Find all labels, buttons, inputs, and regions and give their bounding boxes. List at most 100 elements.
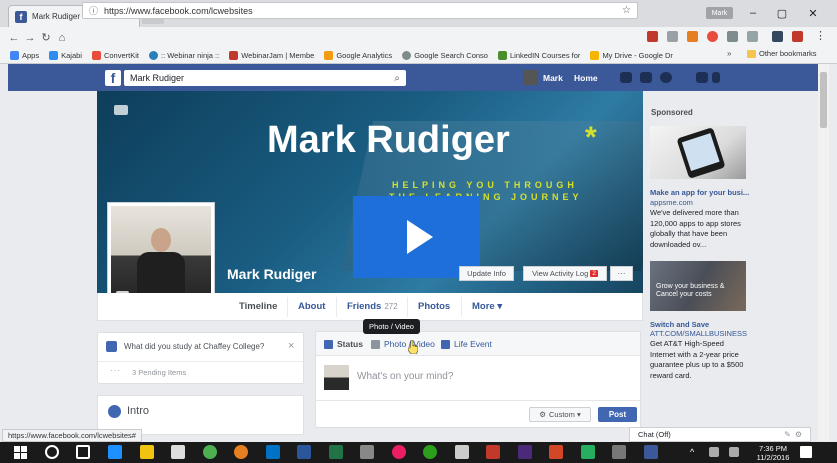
messages-icon[interactable] <box>640 72 652 83</box>
home-icon[interactable]: ⌂ <box>54 32 70 44</box>
forward-icon[interactable]: → <box>22 32 38 44</box>
bookmark-webinarjam[interactable]: WebinarJam | Membe <box>229 51 314 60</box>
extension-icon[interactable] <box>647 31 658 42</box>
maximize-icon[interactable]: ▢ <box>775 7 789 20</box>
windows-start-icon[interactable] <box>14 446 27 459</box>
extension-icon[interactable] <box>687 31 698 42</box>
ad-image-att[interactable]: Grow your business & Cancel your costs <box>650 261 746 311</box>
extension-icon[interactable] <box>747 31 758 42</box>
search-icon[interactable] <box>45 445 59 459</box>
gear-icon[interactable]: ⚙ <box>795 430 802 439</box>
tab-more[interactable]: More ▾ <box>472 301 502 312</box>
chrome-icon[interactable] <box>203 445 217 459</box>
task-view-icon[interactable] <box>76 445 90 459</box>
privacy-selector[interactable]: ⚙ Custom ▾ <box>529 407 591 422</box>
outlook-icon[interactable] <box>266 445 280 459</box>
divider <box>98 361 303 362</box>
premiere-icon[interactable] <box>518 445 532 459</box>
store-icon[interactable] <box>171 445 185 459</box>
close-icon[interactable]: × <box>288 340 294 352</box>
info-icon[interactable]: ⓘ <box>89 4 98 17</box>
word-icon[interactable] <box>297 445 311 459</box>
tab-friends[interactable]: Friends 272 <box>347 301 398 312</box>
chrome-user-badge[interactable]: Mark <box>706 7 733 19</box>
ad-title-app[interactable]: Make an app for your busi... <box>650 188 749 197</box>
facebook-logo-icon[interactable]: f <box>105 70 121 86</box>
extension-icon[interactable] <box>707 31 718 42</box>
home-link[interactable]: Home <box>574 73 598 83</box>
extension-icon[interactable] <box>667 31 678 42</box>
file-explorer-icon[interactable] <box>140 445 154 459</box>
search-icon[interactable]: ⌕ <box>394 73 400 84</box>
pending-items-link[interactable]: 3 Pending Items <box>132 368 186 377</box>
window-close-icon[interactable]: ✕ <box>806 7 820 20</box>
bookmark-google-drive[interactable]: My Drive - Google Dr <box>590 51 673 60</box>
url-input[interactable]: ⓘ https://www.facebook.com/lcwebsites ☆ <box>82 2 638 19</box>
calculator-icon[interactable] <box>455 445 469 459</box>
view-activity-log-button[interactable]: View Activity Log 2 <box>523 266 607 281</box>
system-clock[interactable]: 7:36 PM 11/2/2016 <box>753 444 793 462</box>
compose-icon[interactable]: ✎ <box>784 430 791 439</box>
chat-sidebar-toggle[interactable]: Chat (Off) ✎ ⚙ <box>629 427 811 442</box>
composer-tab-photo-video[interactable]: Photo / Video <box>371 339 435 349</box>
bookmark-search-console[interactable]: Google Search Conso <box>402 51 488 60</box>
powerpoint-icon[interactable] <box>549 445 563 459</box>
camtasia-icon[interactable] <box>581 445 595 459</box>
ad-domain-app[interactable]: appsme.com <box>650 198 693 207</box>
app-icon[interactable] <box>392 445 406 459</box>
quick-help-icon[interactable] <box>696 72 708 83</box>
app-icon[interactable] <box>612 445 626 459</box>
header-profile-link[interactable]: Mark <box>523 70 563 85</box>
edge-icon[interactable] <box>108 445 122 459</box>
convertkit-icon <box>91 51 101 60</box>
extension-icon[interactable] <box>772 31 783 42</box>
firefox-icon[interactable] <box>234 445 248 459</box>
app-icon[interactable] <box>360 445 374 459</box>
excel-icon[interactable] <box>329 445 343 459</box>
extension-icon[interactable] <box>727 31 738 42</box>
bookmark-linkedin[interactable]: LinkedIN Courses for <box>497 51 580 60</box>
logo-pane <box>21 446 27 452</box>
chrome-menu-icon[interactable]: ⋮ <box>815 29 826 42</box>
composer-input[interactable]: What's on your mind? <box>357 371 453 382</box>
back-icon[interactable]: ← <box>6 32 22 44</box>
bookmarks-overflow-icon[interactable]: » <box>727 49 731 58</box>
profile-question[interactable]: What did you study at Chaffey College? <box>124 342 264 351</box>
friend-requests-icon[interactable] <box>620 72 632 83</box>
scrollbar-thumb[interactable] <box>820 72 827 128</box>
filezilla-icon[interactable] <box>486 445 500 459</box>
profile-name[interactable]: Mark Rudiger <box>227 266 316 282</box>
update-info-button[interactable]: Update Info <box>459 266 514 281</box>
ad-domain-att[interactable]: ATT.COM/SMALLBUSINESS <box>650 329 747 338</box>
header-profile-name: Mark <box>543 72 563 83</box>
composer-tab-status[interactable]: Status <box>324 339 363 349</box>
composer-tab-life-event[interactable]: Life Event <box>441 339 492 349</box>
ad-image-app[interactable] <box>650 126 746 179</box>
bookmark-webinar-ninja[interactable]: :: Webinar ninja :: <box>148 51 219 60</box>
facebook-taskbar-icon[interactable] <box>644 445 658 459</box>
cover-camera-icon[interactable] <box>114 105 128 115</box>
bookmark-convertkit[interactable]: ConvertKit <box>91 51 139 60</box>
other-bookmarks[interactable]: Other bookmarks <box>747 49 817 58</box>
tab-photos[interactable]: Photos <box>418 301 450 312</box>
tab-timeline[interactable]: Timeline <box>239 301 277 312</box>
ad-title-att[interactable]: Switch and Save <box>650 320 709 329</box>
bookmark-kajabi[interactable]: Kajabi <box>49 51 82 60</box>
reload-icon[interactable]: ↻ <box>38 31 54 44</box>
network-icon[interactable] <box>709 447 719 457</box>
tab-about[interactable]: About <box>298 301 325 312</box>
system-tray-chevron-icon[interactable]: ^ <box>690 447 694 457</box>
post-button[interactable]: Post <box>598 407 637 422</box>
quickbooks-icon[interactable] <box>423 445 437 459</box>
volume-icon[interactable] <box>729 447 739 457</box>
minimize-icon[interactable]: – <box>746 7 760 19</box>
facebook-search-input[interactable]: Mark Rudiger ⌕ <box>124 70 406 86</box>
notifications-globe-icon[interactable] <box>660 72 672 83</box>
cover-more-button[interactable]: ··· <box>610 266 633 281</box>
bookmark-google-analytics[interactable]: Google Analytics <box>324 51 392 60</box>
action-center-icon[interactable] <box>800 446 812 458</box>
bookmark-apps[interactable]: Apps <box>10 51 39 60</box>
extension-icon[interactable] <box>792 31 803 42</box>
bookmark-star-icon[interactable]: ☆ <box>622 5 631 16</box>
settings-dropdown-icon[interactable] <box>712 72 720 83</box>
